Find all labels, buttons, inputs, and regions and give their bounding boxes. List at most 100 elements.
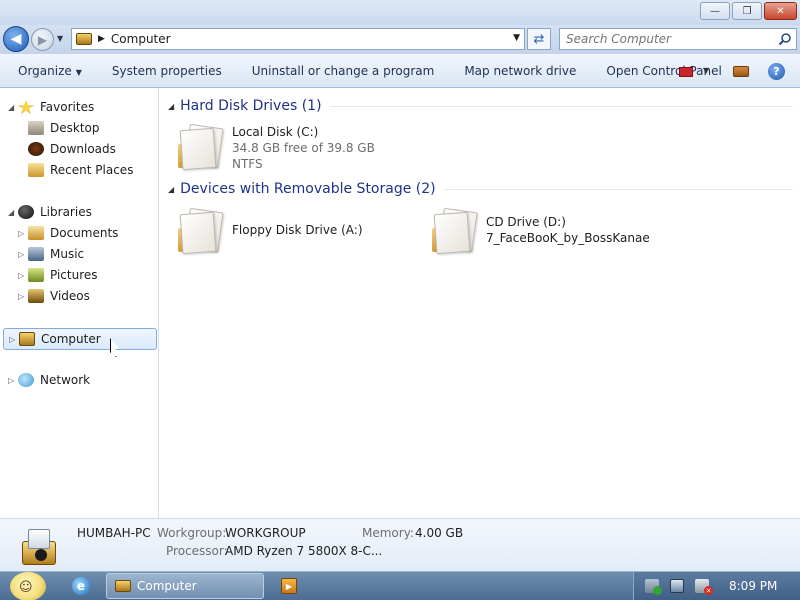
sidebar-item-label: Libraries (40, 205, 92, 219)
sidebar-item-label: Pictures (50, 268, 98, 282)
taskbar-button-computer[interactable]: Computer (106, 573, 264, 599)
address-bar[interactable]: ▶ Computer ▼ (71, 28, 525, 50)
expand-icon[interactable]: ▷ (18, 292, 28, 301)
view-options-dropdown[interactable]: ▼ (703, 66, 709, 75)
drive-volume-label: 7_FaceBooK_by_BossKanae (486, 231, 650, 245)
sidebar-item-documents[interactable]: ▷ Documents (18, 223, 118, 243)
smiley-icon: ☺ (19, 580, 33, 595)
close-button[interactable]: ✕ (764, 2, 797, 20)
organize-label: Organize (18, 63, 72, 78)
memory-value: 4.00 GB (415, 526, 464, 540)
preview-pane-icon[interactable] (733, 66, 749, 77)
recent-places-icon (28, 163, 44, 177)
drive-cd-d[interactable]: CD Drive (D:) 7_FaceBooK_by_BossKanae (432, 207, 650, 255)
collapse-icon[interactable]: ◢ (8, 208, 18, 217)
computer-icon (76, 33, 92, 45)
group-header-removable-storage[interactable]: ◢ Devices with Removable Storage (2) (168, 179, 793, 199)
sidebar-item-recent-places[interactable]: Recent Places (28, 160, 133, 180)
drive-filesystem: NTFS (232, 157, 263, 171)
computer-icon (18, 527, 60, 567)
memory-label: Memory: (362, 526, 414, 540)
back-button[interactable]: ◀ (3, 26, 29, 52)
sidebar-item-label: Music (50, 247, 85, 261)
network-status-icon[interactable] (670, 579, 684, 593)
drive-free-space: 34.8 GB free of 39.8 GB (232, 141, 375, 155)
search-box (559, 28, 797, 50)
drive-floppy-a[interactable]: Floppy Disk Drive (A:) (178, 207, 363, 255)
sidebar-item-pictures[interactable]: ▷ Pictures (18, 265, 98, 285)
breadcrumb-computer[interactable]: Computer (111, 32, 171, 46)
clock[interactable]: 8:09 PM (729, 579, 777, 593)
network-icon (18, 373, 34, 387)
drive-name: Local Disk (C:) (232, 125, 319, 139)
sidebar-item-label: Favorites (40, 100, 95, 114)
floppy-drive-icon (178, 207, 224, 255)
taskbar: ☺ e Computer ▶ ✕ 8:09 PM (0, 571, 800, 600)
refresh-button[interactable]: ⇄ (527, 28, 551, 50)
processor-label: Processor: (166, 544, 228, 558)
sidebar-item-network[interactable]: ▷ Network (8, 370, 90, 390)
start-button[interactable]: ☺ (10, 572, 46, 600)
organize-menu[interactable]: Organize ▼ (0, 64, 97, 78)
group-title: Hard Disk Drives (1) (180, 98, 322, 114)
expand-icon[interactable]: ▷ (18, 229, 28, 238)
minimize-button[interactable]: — (700, 2, 730, 20)
maximize-button[interactable]: ❐ (732, 2, 762, 20)
sidebar-item-label: Recent Places (50, 163, 134, 177)
sidebar-item-music[interactable]: ▷ Music (18, 244, 84, 264)
divider (329, 105, 793, 107)
open-control-panel-button[interactable]: Open Control Panel (591, 64, 736, 78)
content-pane: ◢ Hard Disk Drives (1) Local Disk (C:) 3… (160, 88, 800, 518)
arrow-right-icon: ▶ (37, 32, 48, 47)
drive-name: Floppy Disk Drive (A:) (232, 223, 363, 237)
search-icon[interactable] (778, 32, 792, 46)
workgroup-value: WORKGROUP (225, 526, 306, 540)
help-icon[interactable]: ? (768, 63, 785, 80)
refresh-icon: ⇄ (533, 31, 545, 47)
sidebar-item-videos[interactable]: ▷ Videos (18, 286, 90, 306)
breadcrumb-separator-icon[interactable]: ▶ (98, 34, 105, 44)
desktop-icon (28, 121, 44, 135)
expand-icon[interactable]: ▷ (9, 335, 19, 344)
collapse-icon[interactable]: ◢ (168, 185, 174, 194)
sidebar-item-label: Network (40, 373, 91, 387)
change-view-icon[interactable] (679, 67, 693, 77)
collapse-icon[interactable]: ◢ (168, 102, 174, 111)
sidebar-item-label: Desktop (50, 121, 100, 135)
group-header-hard-disk-drives[interactable]: ◢ Hard Disk Drives (1) (168, 96, 793, 116)
sidebar-item-downloads[interactable]: Downloads (28, 139, 116, 159)
sidebar-item-libraries[interactable]: ◢ Libraries (8, 202, 92, 222)
address-dropdown-icon[interactable]: ▼ (513, 33, 520, 43)
search-input[interactable] (560, 29, 760, 49)
libraries-icon (18, 205, 34, 219)
forward-button[interactable]: ▶ (31, 28, 54, 51)
expand-icon[interactable]: ▷ (18, 271, 28, 280)
check-badge-icon (653, 586, 662, 595)
pc-name: HUMBAH-PC (77, 526, 151, 540)
internet-explorer-icon[interactable]: e (72, 577, 90, 595)
sidebar-item-label: Videos (50, 289, 90, 303)
music-icon (28, 247, 44, 261)
sidebar-item-favorites[interactable]: ◢ Favorites (8, 97, 94, 117)
expand-icon[interactable]: ▷ (8, 376, 18, 385)
drive-local-disk-c[interactable]: Local Disk (C:) 34.8 GB free of 39.8 GB … (178, 123, 375, 172)
downloads-icon (28, 142, 44, 156)
collapse-icon[interactable]: ◢ (8, 103, 18, 112)
group-title: Devices with Removable Storage (2) (180, 181, 436, 197)
hard-drive-icon (178, 123, 224, 171)
chevron-down-icon: ▼ (75, 67, 82, 77)
arrow-left-icon: ◀ (10, 31, 22, 47)
processor-value: AMD Ryzen 7 5800X 8-C... (225, 544, 383, 558)
uninstall-program-button[interactable]: Uninstall or change a program (237, 64, 450, 78)
mute-badge-icon: ✕ (704, 586, 713, 595)
command-bar: Organize ▼ System properties Uninstall or… (0, 54, 800, 88)
media-player-icon[interactable]: ▶ (281, 578, 297, 594)
map-network-drive-button[interactable]: Map network drive (449, 64, 591, 78)
title-bar: — ❐ ✕ (0, 0, 800, 25)
system-tray: ✕ 8:09 PM (633, 572, 800, 600)
system-properties-button[interactable]: System properties (97, 64, 237, 78)
sidebar-item-desktop[interactable]: Desktop (28, 118, 100, 138)
sidebar-item-computer[interactable]: ▷ Computer (3, 328, 157, 350)
recent-pages-dropdown[interactable]: ▼ (57, 34, 63, 43)
expand-icon[interactable]: ▷ (18, 250, 28, 259)
